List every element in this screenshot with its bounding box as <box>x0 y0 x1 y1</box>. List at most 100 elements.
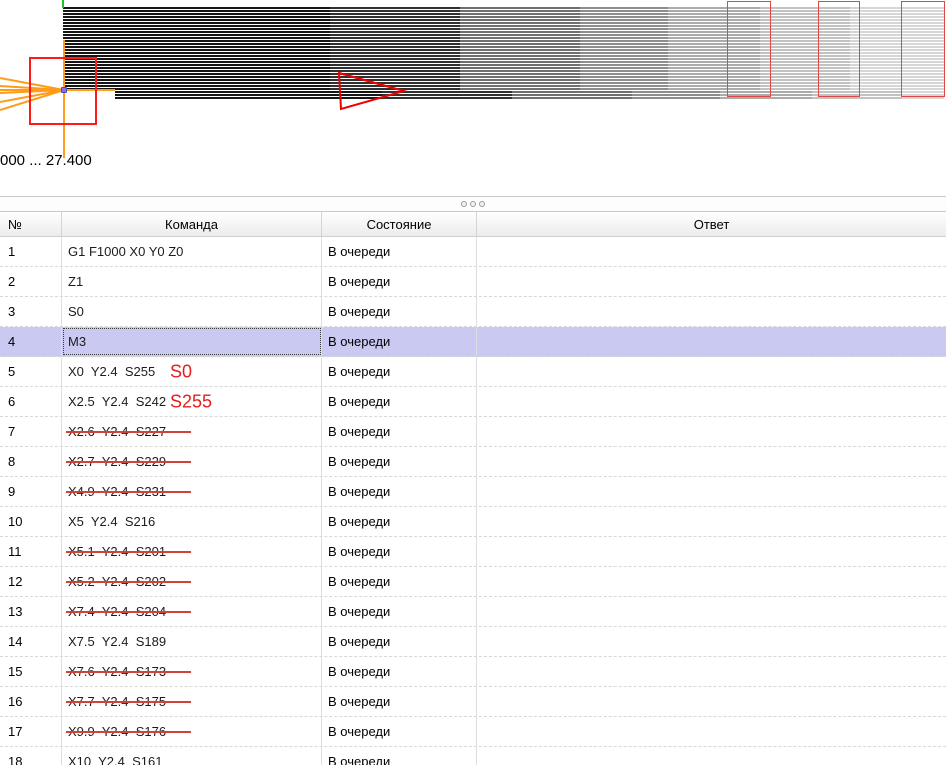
table-row[interactable]: 14 X7.5 Y2.4 S189 В очереди <box>0 627 946 657</box>
table-row[interactable]: 12 X5.2 Y2.4 S202 В очереди <box>0 567 946 597</box>
row-number-cell[interactable]: 16 <box>0 687 62 716</box>
table-row[interactable]: 17 X9.9 Y2.4 S176 В очереди <box>0 717 946 747</box>
status-cell[interactable]: В очереди <box>322 567 477 596</box>
status-cell[interactable]: В очереди <box>322 717 477 746</box>
table-row[interactable]: 4 M3 В очереди <box>0 327 946 357</box>
status-cell[interactable]: В очереди <box>322 387 477 416</box>
table-row[interactable]: 13 X7.4 Y2.4 S204 В очереди <box>0 597 946 627</box>
row-number-cell[interactable]: 4 <box>0 327 62 356</box>
response-cell[interactable] <box>477 567 946 596</box>
row-number-cell[interactable]: 9 <box>0 477 62 506</box>
table-row[interactable]: 7 X2.6 Y2.4 S227 В очереди <box>0 417 946 447</box>
table-row[interactable]: 9 X4.9 Y2.4 S231 В очереди <box>0 477 946 507</box>
command-cell[interactable]: X5 Y2.4 S216 <box>62 507 322 536</box>
command-cell[interactable]: X7.7 Y2.4 S175 <box>62 687 322 716</box>
status-cell[interactable]: В очереди <box>322 267 477 296</box>
command-cell[interactable]: X4.9 Y2.4 S231 <box>62 477 322 506</box>
response-cell[interactable] <box>477 357 946 386</box>
origin-point-icon <box>61 87 67 93</box>
response-cell[interactable] <box>477 597 946 626</box>
header-command[interactable]: Команда <box>62 212 322 236</box>
command-cell[interactable]: X10 Y2.4 S161 <box>62 747 322 765</box>
status-cell[interactable]: В очереди <box>322 627 477 656</box>
header-response[interactable]: Ответ <box>477 212 946 236</box>
header-number[interactable]: № <box>0 212 62 236</box>
status-text: В очереди <box>328 604 391 619</box>
x-range-label: 000 ... 27.400 <box>0 151 92 169</box>
status-cell[interactable]: В очереди <box>322 237 477 266</box>
response-cell[interactable] <box>477 507 946 536</box>
table-row[interactable]: 6 X2.5 Y2.4 S242 S255 В очереди <box>0 387 946 417</box>
command-cell[interactable]: X7.5 Y2.4 S189 <box>62 627 322 656</box>
status-cell[interactable]: В очереди <box>322 297 477 326</box>
status-cell[interactable]: В очереди <box>322 597 477 626</box>
table-row[interactable]: 8 X2.7 Y2.4 S229 В очереди <box>0 447 946 477</box>
splitter-grip[interactable] <box>0 196 946 211</box>
command-cell[interactable]: X7.4 Y2.4 S204 <box>62 597 322 626</box>
command-cell[interactable]: X2.6 Y2.4 S227 <box>62 417 322 446</box>
row-number-cell[interactable]: 1 <box>0 237 62 266</box>
command-cell[interactable]: X2.7 Y2.4 S229 <box>62 447 322 476</box>
command-cell[interactable]: X0 Y2.4 S255 S0 <box>62 357 322 386</box>
command-cell[interactable]: X5.2 Y2.4 S202 <box>62 567 322 596</box>
row-number-cell[interactable]: 14 <box>0 627 62 656</box>
table-row[interactable]: 5 X0 Y2.4 S255 S0 В очереди <box>0 357 946 387</box>
status-cell[interactable]: В очереди <box>322 747 477 765</box>
command-cell[interactable]: X9.9 Y2.4 S176 <box>62 717 322 746</box>
command-cell[interactable]: G1 F1000 X0 Y0 Z0 <box>62 237 322 266</box>
response-cell[interactable] <box>477 447 946 476</box>
status-cell[interactable]: В очереди <box>322 507 477 536</box>
command-text: X7.7 Y2.4 S175 <box>65 694 192 709</box>
response-cell[interactable] <box>477 537 946 566</box>
table-row[interactable]: 1 G1 F1000 X0 Y0 Z0 В очереди <box>0 237 946 267</box>
table-row[interactable]: 10 X5 Y2.4 S216 В очереди <box>0 507 946 537</box>
response-cell[interactable] <box>477 687 946 716</box>
row-number-cell[interactable]: 6 <box>0 387 62 416</box>
table-row[interactable]: 18 X10 Y2.4 S161 В очереди <box>0 747 946 765</box>
status-cell[interactable]: В очереди <box>322 537 477 566</box>
response-cell[interactable] <box>477 477 946 506</box>
response-cell[interactable] <box>477 297 946 326</box>
row-number-cell[interactable]: 3 <box>0 297 62 326</box>
response-cell[interactable] <box>477 717 946 746</box>
response-cell[interactable] <box>477 387 946 416</box>
response-cell[interactable] <box>477 747 946 765</box>
status-cell[interactable]: В очереди <box>322 417 477 446</box>
row-number-cell[interactable]: 8 <box>0 447 62 476</box>
response-cell[interactable] <box>477 327 946 356</box>
row-number-cell[interactable]: 11 <box>0 537 62 566</box>
table-row[interactable]: 16 X7.7 Y2.4 S175 В очереди <box>0 687 946 717</box>
table-row[interactable]: 2 Z1 В очереди <box>0 267 946 297</box>
response-cell[interactable] <box>477 657 946 686</box>
response-cell[interactable] <box>477 627 946 656</box>
command-cell[interactable]: X7.6 Y2.4 S173 <box>62 657 322 686</box>
table-row[interactable]: 3 S0 В очереди <box>0 297 946 327</box>
row-number-cell[interactable]: 10 <box>0 507 62 536</box>
status-cell[interactable]: В очереди <box>322 327 477 356</box>
command-cell[interactable]: S0 <box>62 297 322 326</box>
response-cell[interactable] <box>477 417 946 446</box>
response-cell[interactable] <box>477 237 946 266</box>
command-cell[interactable]: Z1 <box>62 267 322 296</box>
command-cell[interactable]: M3 <box>62 327 322 356</box>
row-number-cell[interactable]: 12 <box>0 567 62 596</box>
status-cell[interactable]: В очереди <box>322 447 477 476</box>
row-number-cell[interactable]: 13 <box>0 597 62 626</box>
row-number-cell[interactable]: 2 <box>0 267 62 296</box>
status-cell[interactable]: В очереди <box>322 477 477 506</box>
header-state[interactable]: Состояние <box>322 212 477 236</box>
row-number-cell[interactable]: 17 <box>0 717 62 746</box>
command-cell[interactable]: X2.5 Y2.4 S242 S255 <box>62 387 322 416</box>
status-cell[interactable]: В очереди <box>322 687 477 716</box>
gcode-preview-canvas[interactable]: 000 ... 27.400 000 ... 2.400 000 ... 0.0… <box>0 0 946 196</box>
row-number-cell[interactable]: 7 <box>0 417 62 446</box>
status-cell[interactable]: В очереди <box>322 357 477 386</box>
row-number-cell[interactable]: 18 <box>0 747 62 765</box>
row-number-cell[interactable]: 15 <box>0 657 62 686</box>
table-row[interactable]: 11 X5.1 Y2.4 S201 В очереди <box>0 537 946 567</box>
response-cell[interactable] <box>477 267 946 296</box>
row-number-cell[interactable]: 5 <box>0 357 62 386</box>
command-cell[interactable]: X5.1 Y2.4 S201 <box>62 537 322 566</box>
table-row[interactable]: 15 X7.6 Y2.4 S173 В очереди <box>0 657 946 687</box>
status-cell[interactable]: В очереди <box>322 657 477 686</box>
